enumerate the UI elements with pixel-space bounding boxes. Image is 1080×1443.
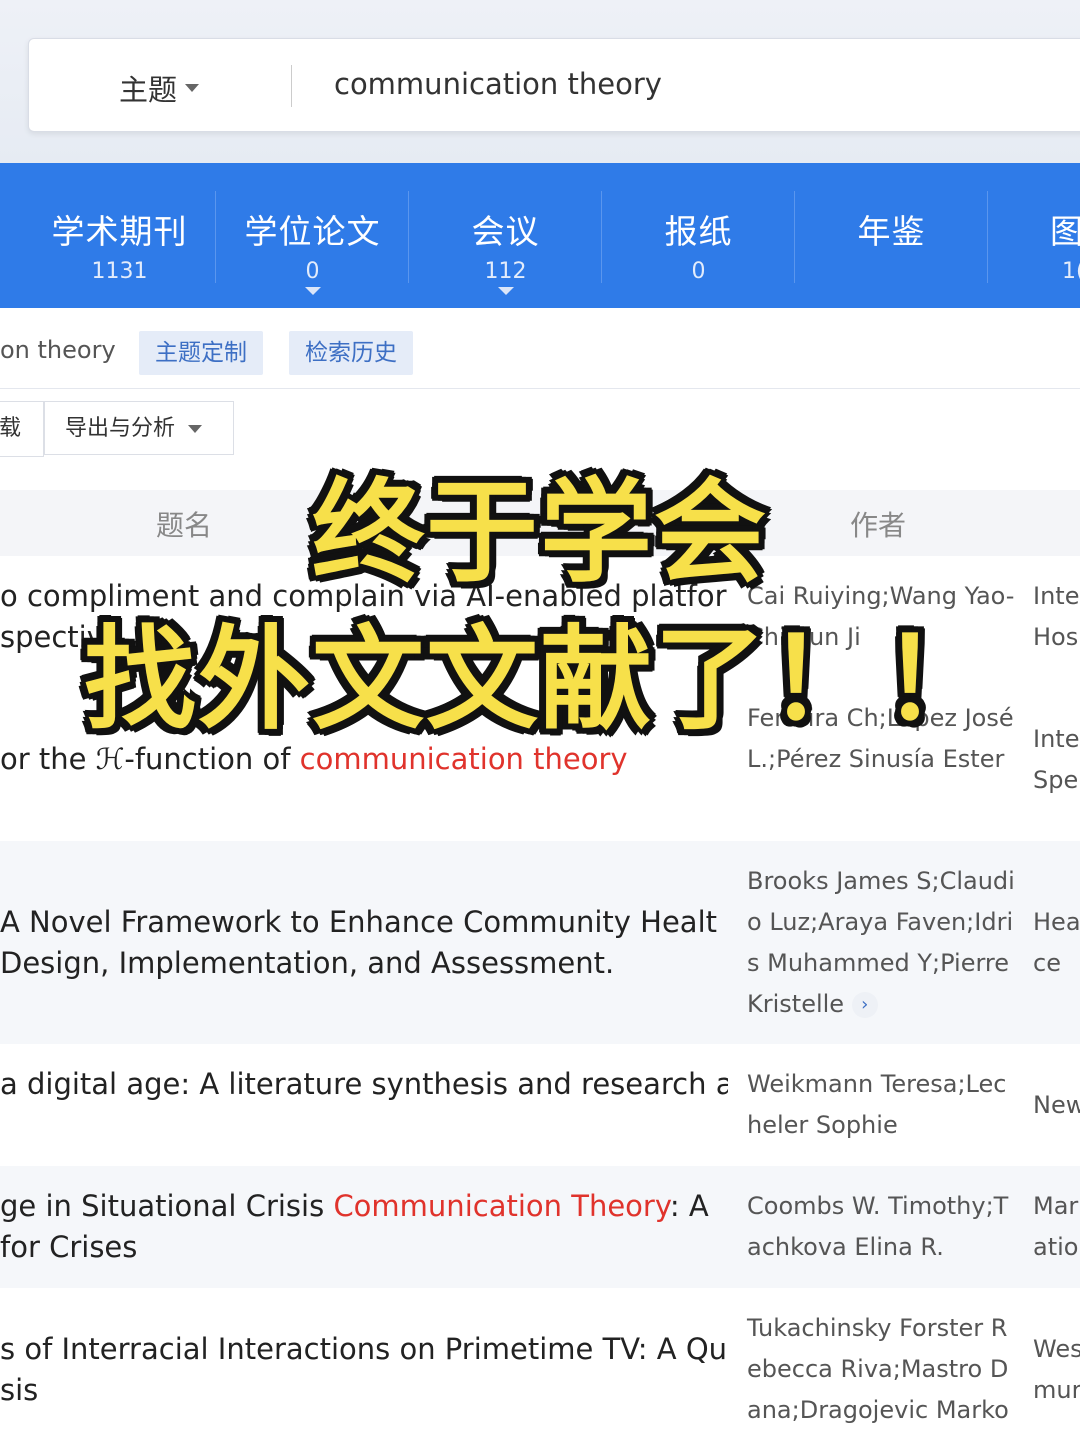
search-scope-select[interactable]: 主题 xyxy=(119,67,200,109)
result-authors[interactable]: Weikmann Teresa;Lecheler Sophie xyxy=(747,1064,1017,1146)
caret-down-icon xyxy=(185,84,200,92)
result-title[interactable]: or the ℋ-function of communication theor… xyxy=(0,739,728,780)
tab-newspapers[interactable]: 报纸 0 xyxy=(602,163,795,308)
search-divider xyxy=(291,65,292,107)
result-authors[interactable]: Coombs W. Timothy;Tachkova Elina R. xyxy=(747,1186,1017,1268)
title-line: ge in Situational Crisis Communication T… xyxy=(0,1186,728,1227)
dropdown-triangle-icon xyxy=(497,287,514,295)
result-source[interactable]: New xyxy=(1033,1085,1080,1126)
topic-customize-button[interactable]: 主题定制 xyxy=(139,331,263,375)
divider xyxy=(0,388,1080,389)
more-authors-icon[interactable]: › xyxy=(851,992,878,1018)
tab-label: 年鉴 xyxy=(857,212,926,251)
overlay-caption-line2: 找外文文献了！！ xyxy=(84,615,996,745)
search-input[interactable]: communication theory xyxy=(334,67,662,101)
highlighted-term: communication theory xyxy=(299,742,628,776)
tab-label: 图 xyxy=(1050,212,1080,251)
download-button[interactable]: 载 xyxy=(0,401,44,457)
title-text: A Novel Framework to Enhance Community H… xyxy=(0,905,717,939)
search-box: 主题 communication theory xyxy=(28,38,1080,132)
search-scope-label: 主题 xyxy=(119,73,178,107)
search-history-button[interactable]: 检索历史 xyxy=(289,331,413,375)
result-title[interactable]: A Novel Framework to Enhance Community H… xyxy=(0,902,728,984)
tab-count: 1131 xyxy=(91,259,148,284)
title-line: for Crises xyxy=(0,1227,728,1268)
tab-count: 112 xyxy=(484,259,527,284)
title-text: Design, Implementation, and Assessment. xyxy=(0,946,615,980)
title-text: ge in Situational Crisis xyxy=(0,1189,334,1223)
title-text: or the ℋ-function of xyxy=(0,742,300,776)
tab-label: 报纸 xyxy=(664,212,733,251)
tab-label: 会议 xyxy=(471,212,540,251)
title-line: A Novel Framework to Enhance Community H… xyxy=(0,902,728,943)
tab-count: 0 xyxy=(305,259,320,284)
title-line: Design, Implementation, and Assessment. xyxy=(0,943,728,984)
tab-count: 1( xyxy=(1062,259,1080,284)
result-title[interactable]: s of Interracial Interactions on Primeti… xyxy=(0,1329,728,1411)
title-line: a digital age: A literature synthesis an… xyxy=(0,1064,728,1105)
tab-yearbooks[interactable]: 年鉴 xyxy=(795,163,988,308)
result-source[interactable]: Hea ce xyxy=(1033,902,1080,984)
tab-journals[interactable]: 学术期刊 1131 xyxy=(23,163,216,308)
table-row: A Novel Framework to Enhance Community H… xyxy=(0,841,1080,1044)
search-breadcrumb: on theory xyxy=(0,336,116,364)
title-line: s of Interracial Interactions on Primeti… xyxy=(0,1329,728,1370)
result-authors[interactable]: Tukachinsky Forster Rebecca Riva;Mastro … xyxy=(747,1308,1017,1431)
download-button-label: 载 xyxy=(0,416,22,441)
resource-type-tabs: 学术期刊 1131 学位论文 0 会议 112 报纸 0 年鉴 图 1( xyxy=(0,163,1080,308)
tab-books[interactable]: 图 1( xyxy=(988,163,1080,308)
export-analysis-label: 导出与分析 xyxy=(65,416,176,441)
title-text: sis xyxy=(0,1373,39,1407)
title-text: : A xyxy=(669,1189,709,1223)
dropdown-triangle-icon xyxy=(304,287,321,295)
table-row: ge in Situational Crisis Communication T… xyxy=(0,1166,1080,1288)
author-list: Brooks James S;Claudio Luz;Araya Faven;I… xyxy=(747,867,1015,1018)
title-text: for Crises xyxy=(0,1230,138,1264)
result-title[interactable]: ge in Situational Crisis Communication T… xyxy=(0,1186,728,1268)
caret-down-icon xyxy=(188,425,203,433)
title-line: sis xyxy=(0,1370,728,1411)
tab-theses[interactable]: 学位论文 0 xyxy=(216,163,409,308)
table-row: a digital age: A literature synthesis an… xyxy=(0,1044,1080,1166)
title-text: s of Interracial Interactions on Primeti… xyxy=(0,1332,728,1366)
tab-label: 学术期刊 xyxy=(51,212,188,251)
overlay-caption-line1: 终于学会 xyxy=(312,468,768,598)
table-row: s of Interracial Interactions on Primeti… xyxy=(0,1288,1080,1443)
result-title[interactable]: a digital age: A literature synthesis an… xyxy=(0,1064,728,1105)
result-source[interactable]: Mar ation xyxy=(1033,1186,1080,1268)
result-authors[interactable]: Brooks James S;Claudio Luz;Araya Faven;I… xyxy=(747,861,1017,1025)
result-source[interactable]: Wes mur xyxy=(1033,1329,1080,1411)
title-line: or the ℋ-function of communication theor… xyxy=(0,739,728,780)
export-analysis-button[interactable]: 导出与分析 xyxy=(44,401,234,455)
tab-conferences[interactable]: 会议 112 xyxy=(409,163,602,308)
title-text: a digital age: A literature synthesis an… xyxy=(0,1067,728,1101)
tab-count: 0 xyxy=(691,259,706,284)
highlighted-term: Communication Theory xyxy=(333,1189,670,1223)
tab-label: 学位论文 xyxy=(244,212,381,251)
